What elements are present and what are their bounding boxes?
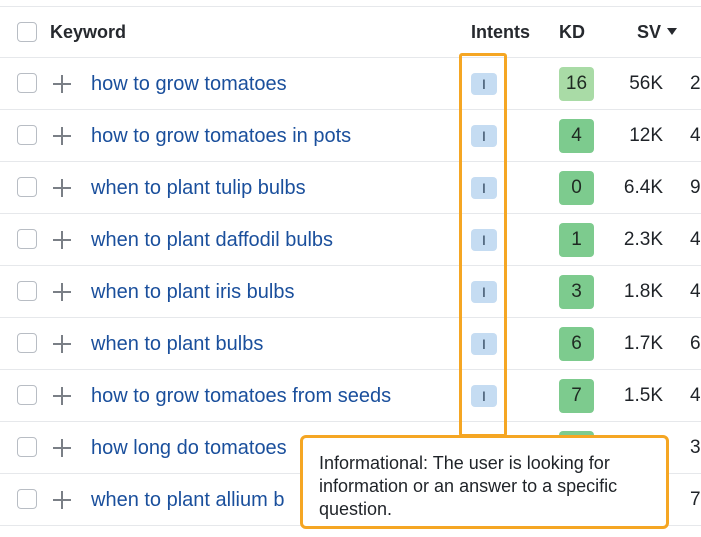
keyword-link[interactable]: how to grow tomatoes from seeds (91, 370, 391, 422)
truncated-column-value: 4 (690, 385, 701, 406)
row-checkbox[interactable] (17, 437, 37, 457)
add-keyword-plus-icon[interactable] (52, 74, 72, 94)
row-checkbox[interactable] (17, 333, 37, 353)
row-checkbox[interactable] (17, 125, 37, 145)
row-checkbox[interactable] (17, 177, 37, 197)
intent-informational-badge[interactable]: I (471, 177, 497, 199)
intent-informational-badge[interactable]: I (471, 229, 497, 251)
search-volume-value: 56K (629, 73, 663, 94)
add-keyword-plus-icon[interactable] (52, 282, 72, 302)
add-keyword-plus-icon[interactable] (52, 178, 72, 198)
truncated-column-value: 2 (690, 73, 701, 94)
intents-column-header[interactable]: Intents (471, 7, 530, 57)
intent-informational-badge[interactable]: I (471, 281, 497, 303)
table-row: when to plant tulip bulbs I 0 6.4K 9 (0, 162, 701, 214)
truncated-column-value: 7 (690, 489, 701, 510)
truncated-column-value: 6 (690, 333, 701, 354)
intent-tooltip: Informational: The user is looking for i… (300, 435, 669, 529)
row-checkbox[interactable] (17, 385, 37, 405)
keyword-link[interactable]: when to plant allium b (91, 474, 284, 526)
table-row: how to grow tomatoes I 16 56K 2 (0, 58, 701, 110)
row-checkbox[interactable] (17, 489, 37, 509)
keyword-link[interactable]: when to plant daffodil bulbs (91, 214, 333, 266)
intent-informational-badge[interactable]: I (471, 333, 497, 355)
keyword-link[interactable]: how long do tomatoes (91, 422, 287, 474)
add-keyword-plus-icon[interactable] (52, 490, 72, 510)
keyword-column-header[interactable]: Keyword (50, 7, 126, 57)
select-all-checkbox[interactable] (17, 22, 37, 42)
search-volume-value: 1.8K (623, 281, 663, 302)
table-row: how to grow tomatoes from seeds I 7 1.5K 4 (0, 370, 701, 422)
keyword-link[interactable]: when to plant bulbs (91, 318, 263, 370)
table-row: how to grow tomatoes in pots I 4 12K 4 (0, 110, 701, 162)
row-checkbox[interactable] (17, 229, 37, 249)
kd-column-header[interactable]: KD (559, 7, 585, 57)
table-row: when to plant bulbs I 6 1.7K 6 (0, 318, 701, 370)
keyword-link[interactable]: when to plant iris bulbs (91, 266, 294, 318)
keyword-link[interactable]: when to plant tulip bulbs (91, 162, 306, 214)
truncated-column-value: 4 (690, 229, 701, 250)
truncated-column-value: 3 (690, 437, 701, 458)
table-header: Keyword Intents KD SV (0, 6, 701, 58)
search-volume-value: 6.4K (623, 177, 663, 198)
add-keyword-plus-icon[interactable] (52, 438, 72, 458)
truncated-column-value: 9 (690, 177, 701, 198)
sv-column-header[interactable]: SV (637, 7, 678, 57)
row-checkbox[interactable] (17, 281, 37, 301)
search-volume-value: 1.5K (623, 385, 663, 406)
row-checkbox[interactable] (17, 73, 37, 93)
add-keyword-plus-icon[interactable] (52, 230, 72, 250)
intent-informational-badge[interactable]: I (471, 385, 497, 407)
truncated-column-value: 4 (690, 281, 701, 302)
table-row: when to plant daffodil bulbs I 1 2.3K 4 (0, 214, 701, 266)
keyword-link[interactable]: how to grow tomatoes in pots (91, 110, 351, 162)
search-volume-value: 2.3K (623, 229, 663, 250)
truncated-column-value: 4 (690, 125, 701, 146)
keyword-link[interactable]: how to grow tomatoes (91, 58, 287, 110)
intent-informational-badge[interactable]: I (471, 73, 497, 95)
search-volume-value: 12K (629, 125, 663, 146)
add-keyword-plus-icon[interactable] (52, 334, 72, 354)
search-volume-value: 1.7K (623, 333, 663, 354)
sv-header-label: SV (637, 22, 662, 42)
sort-desc-icon (667, 27, 678, 35)
table-row: when to plant iris bulbs I 3 1.8K 4 (0, 266, 701, 318)
add-keyword-plus-icon[interactable] (52, 386, 72, 406)
intent-informational-badge[interactable]: I (471, 125, 497, 147)
add-keyword-plus-icon[interactable] (52, 126, 72, 146)
